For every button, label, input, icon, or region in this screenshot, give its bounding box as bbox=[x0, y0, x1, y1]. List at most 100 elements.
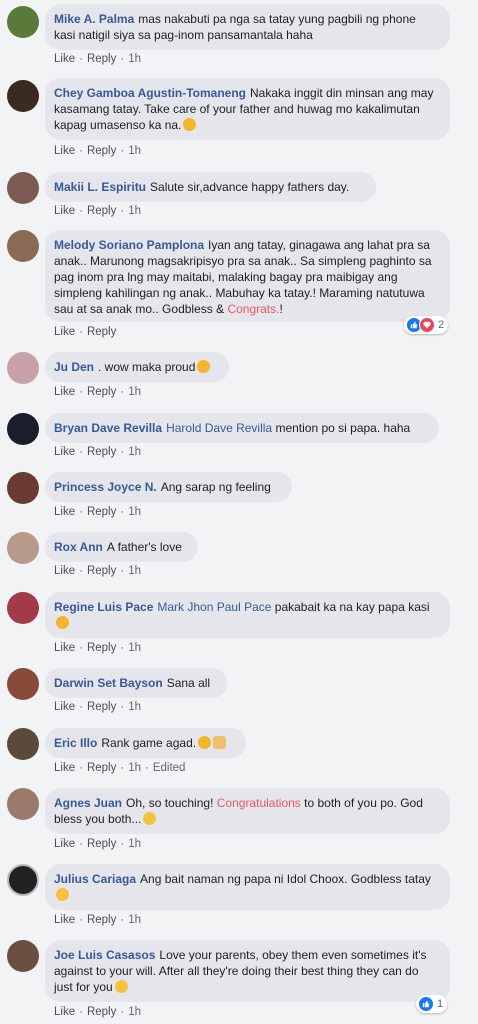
comment-time[interactable]: 1h bbox=[128, 1006, 141, 1018]
like-link[interactable]: Like bbox=[54, 565, 75, 577]
comment-author[interactable]: Mike A. Palma bbox=[54, 12, 134, 26]
reply-link[interactable]: Reply bbox=[87, 446, 116, 458]
comment-actions: Like · Reply · 1h bbox=[54, 1006, 141, 1018]
comment-actions: Like · Reply · 1h · Edited bbox=[54, 762, 186, 774]
avatar[interactable] bbox=[7, 668, 39, 700]
comment-time[interactable]: 1h bbox=[128, 145, 141, 157]
reply-link[interactable]: Reply bbox=[87, 53, 116, 65]
avatar[interactable] bbox=[7, 6, 39, 38]
comment-time[interactable]: 1h bbox=[128, 53, 141, 65]
comment-author[interactable]: Melody Soriano Pamplona bbox=[54, 238, 204, 252]
comment-author[interactable]: Bryan Dave Revilla bbox=[54, 421, 162, 435]
comment-bubble: Regine Luis Pace Mark Jhon Paul Pace paka… bbox=[45, 592, 450, 638]
avatar[interactable] bbox=[7, 172, 39, 204]
comment-time[interactable]: 1h bbox=[128, 642, 141, 654]
edited-label[interactable]: Edited bbox=[153, 762, 186, 774]
reply-link[interactable]: Reply bbox=[87, 145, 116, 157]
like-link[interactable]: Like bbox=[54, 326, 75, 338]
comment-bubble: Agnes Juan Oh, so touching! Congratulatio… bbox=[45, 788, 450, 834]
like-link[interactable]: Like bbox=[54, 762, 75, 774]
comment-bubble: Joe Luis Casasos Love your parents, obey … bbox=[45, 940, 450, 1002]
avatar[interactable] bbox=[7, 413, 39, 445]
comment-author[interactable]: Princess Joyce N. bbox=[54, 480, 157, 494]
reaction-count[interactable]: 2 bbox=[404, 316, 449, 334]
like-link[interactable]: Like bbox=[54, 145, 75, 157]
comment-actions: Like · Reply · 1h bbox=[54, 446, 141, 458]
like-link[interactable]: Like bbox=[54, 838, 75, 850]
reply-link[interactable]: Reply bbox=[87, 642, 116, 654]
comment-text: Oh, so touching! bbox=[126, 796, 217, 810]
comment-author[interactable]: Regine Luis Pace bbox=[54, 600, 153, 614]
reply-link[interactable]: Reply bbox=[87, 326, 116, 338]
comment-text-tail: ! bbox=[279, 302, 283, 316]
reply-link[interactable]: Reply bbox=[87, 506, 116, 518]
reaction-count[interactable]: 1 bbox=[416, 995, 448, 1013]
comment-mention[interactable]: Harold Dave Revilla bbox=[166, 421, 272, 435]
smile-icon bbox=[143, 812, 157, 825]
like-link[interactable]: Like bbox=[54, 506, 75, 518]
reply-link[interactable]: Reply bbox=[87, 701, 116, 713]
comment-time[interactable]: 1h bbox=[128, 838, 141, 850]
comment-highlight: Congratulations bbox=[216, 796, 301, 810]
like-reaction-icon bbox=[418, 996, 434, 1012]
avatar[interactable] bbox=[7, 728, 39, 760]
comment-time[interactable]: 1h bbox=[128, 386, 141, 398]
comment-bubble: Darwin Set Bayson Sana all bbox=[45, 668, 227, 698]
comment-actions: Like · Reply bbox=[54, 326, 117, 338]
comment-text: Rank game agad. bbox=[101, 736, 197, 750]
comment-author[interactable]: Ju Den bbox=[54, 360, 94, 374]
smiling-face-hearts-icon bbox=[197, 360, 211, 373]
avatar[interactable] bbox=[7, 532, 39, 564]
avatar[interactable] bbox=[7, 788, 39, 820]
reply-link[interactable]: Reply bbox=[87, 565, 116, 577]
rofl-icon bbox=[56, 616, 69, 629]
like-link[interactable]: Like bbox=[54, 914, 75, 926]
comment-actions: Like · Reply · 1h bbox=[54, 53, 141, 65]
comment-time[interactable]: 1h bbox=[128, 205, 141, 217]
avatar[interactable] bbox=[7, 940, 39, 972]
reply-link[interactable]: Reply bbox=[87, 1006, 116, 1018]
avatar[interactable] bbox=[7, 592, 39, 624]
avatar[interactable] bbox=[7, 864, 39, 896]
victory-hand-icon bbox=[213, 736, 227, 749]
comment-actions: Like · Reply · 1h bbox=[54, 506, 141, 518]
smiling-face-hearts-icon bbox=[183, 118, 197, 131]
reply-link[interactable]: Reply bbox=[87, 914, 116, 926]
reply-link[interactable]: Reply bbox=[87, 762, 116, 774]
comment-time[interactable]: 1h bbox=[128, 506, 141, 518]
like-link[interactable]: Like bbox=[54, 53, 75, 65]
avatar[interactable] bbox=[7, 352, 39, 384]
comment-author[interactable]: Eric Illo bbox=[54, 736, 97, 750]
like-link[interactable]: Like bbox=[54, 1006, 75, 1018]
comment-bubble: Rox Ann A father's love bbox=[45, 532, 198, 562]
comment-author[interactable]: Rox Ann bbox=[54, 540, 103, 554]
like-link[interactable]: Like bbox=[54, 446, 75, 458]
comment-author[interactable]: Darwin Set Bayson bbox=[54, 676, 163, 690]
comment-bubble: Melody Soriano Pamplona Iyan ang tatay, g… bbox=[45, 230, 450, 322]
comment-actions: Like · Reply · 1h bbox=[54, 914, 141, 926]
comment-author[interactable]: Makii L. Espiritu bbox=[54, 180, 146, 194]
comment-time[interactable]: 1h bbox=[128, 914, 141, 926]
comment-author[interactable]: Agnes Juan bbox=[54, 796, 122, 810]
avatar[interactable] bbox=[7, 472, 39, 504]
comment-author[interactable]: Joe Luis Casasos bbox=[54, 948, 155, 962]
avatar[interactable] bbox=[7, 80, 39, 112]
reply-link[interactable]: Reply bbox=[87, 205, 116, 217]
avatar[interactable] bbox=[7, 230, 39, 262]
like-link[interactable]: Like bbox=[54, 642, 75, 654]
comment-text: A father's love bbox=[106, 540, 182, 554]
like-link[interactable]: Like bbox=[54, 386, 75, 398]
reaction-number: 2 bbox=[438, 319, 445, 331]
comment-mention[interactable]: Mark Jhon Paul Pace bbox=[157, 600, 271, 614]
comment-time[interactable]: 1h bbox=[128, 446, 141, 458]
reply-link[interactable]: Reply bbox=[87, 838, 116, 850]
comment-author[interactable]: Julius Cariaga bbox=[54, 872, 136, 886]
like-link[interactable]: Like bbox=[54, 701, 75, 713]
like-link[interactable]: Like bbox=[54, 205, 75, 217]
comment-time[interactable]: 1h bbox=[128, 762, 141, 774]
comment-time[interactable]: 1h bbox=[128, 701, 141, 713]
reply-link[interactable]: Reply bbox=[87, 386, 116, 398]
comment-time[interactable]: 1h bbox=[128, 565, 141, 577]
comment-author[interactable]: Chey Gamboa Agustin-Tomaneng bbox=[54, 86, 246, 100]
love-reaction-icon bbox=[419, 317, 435, 333]
